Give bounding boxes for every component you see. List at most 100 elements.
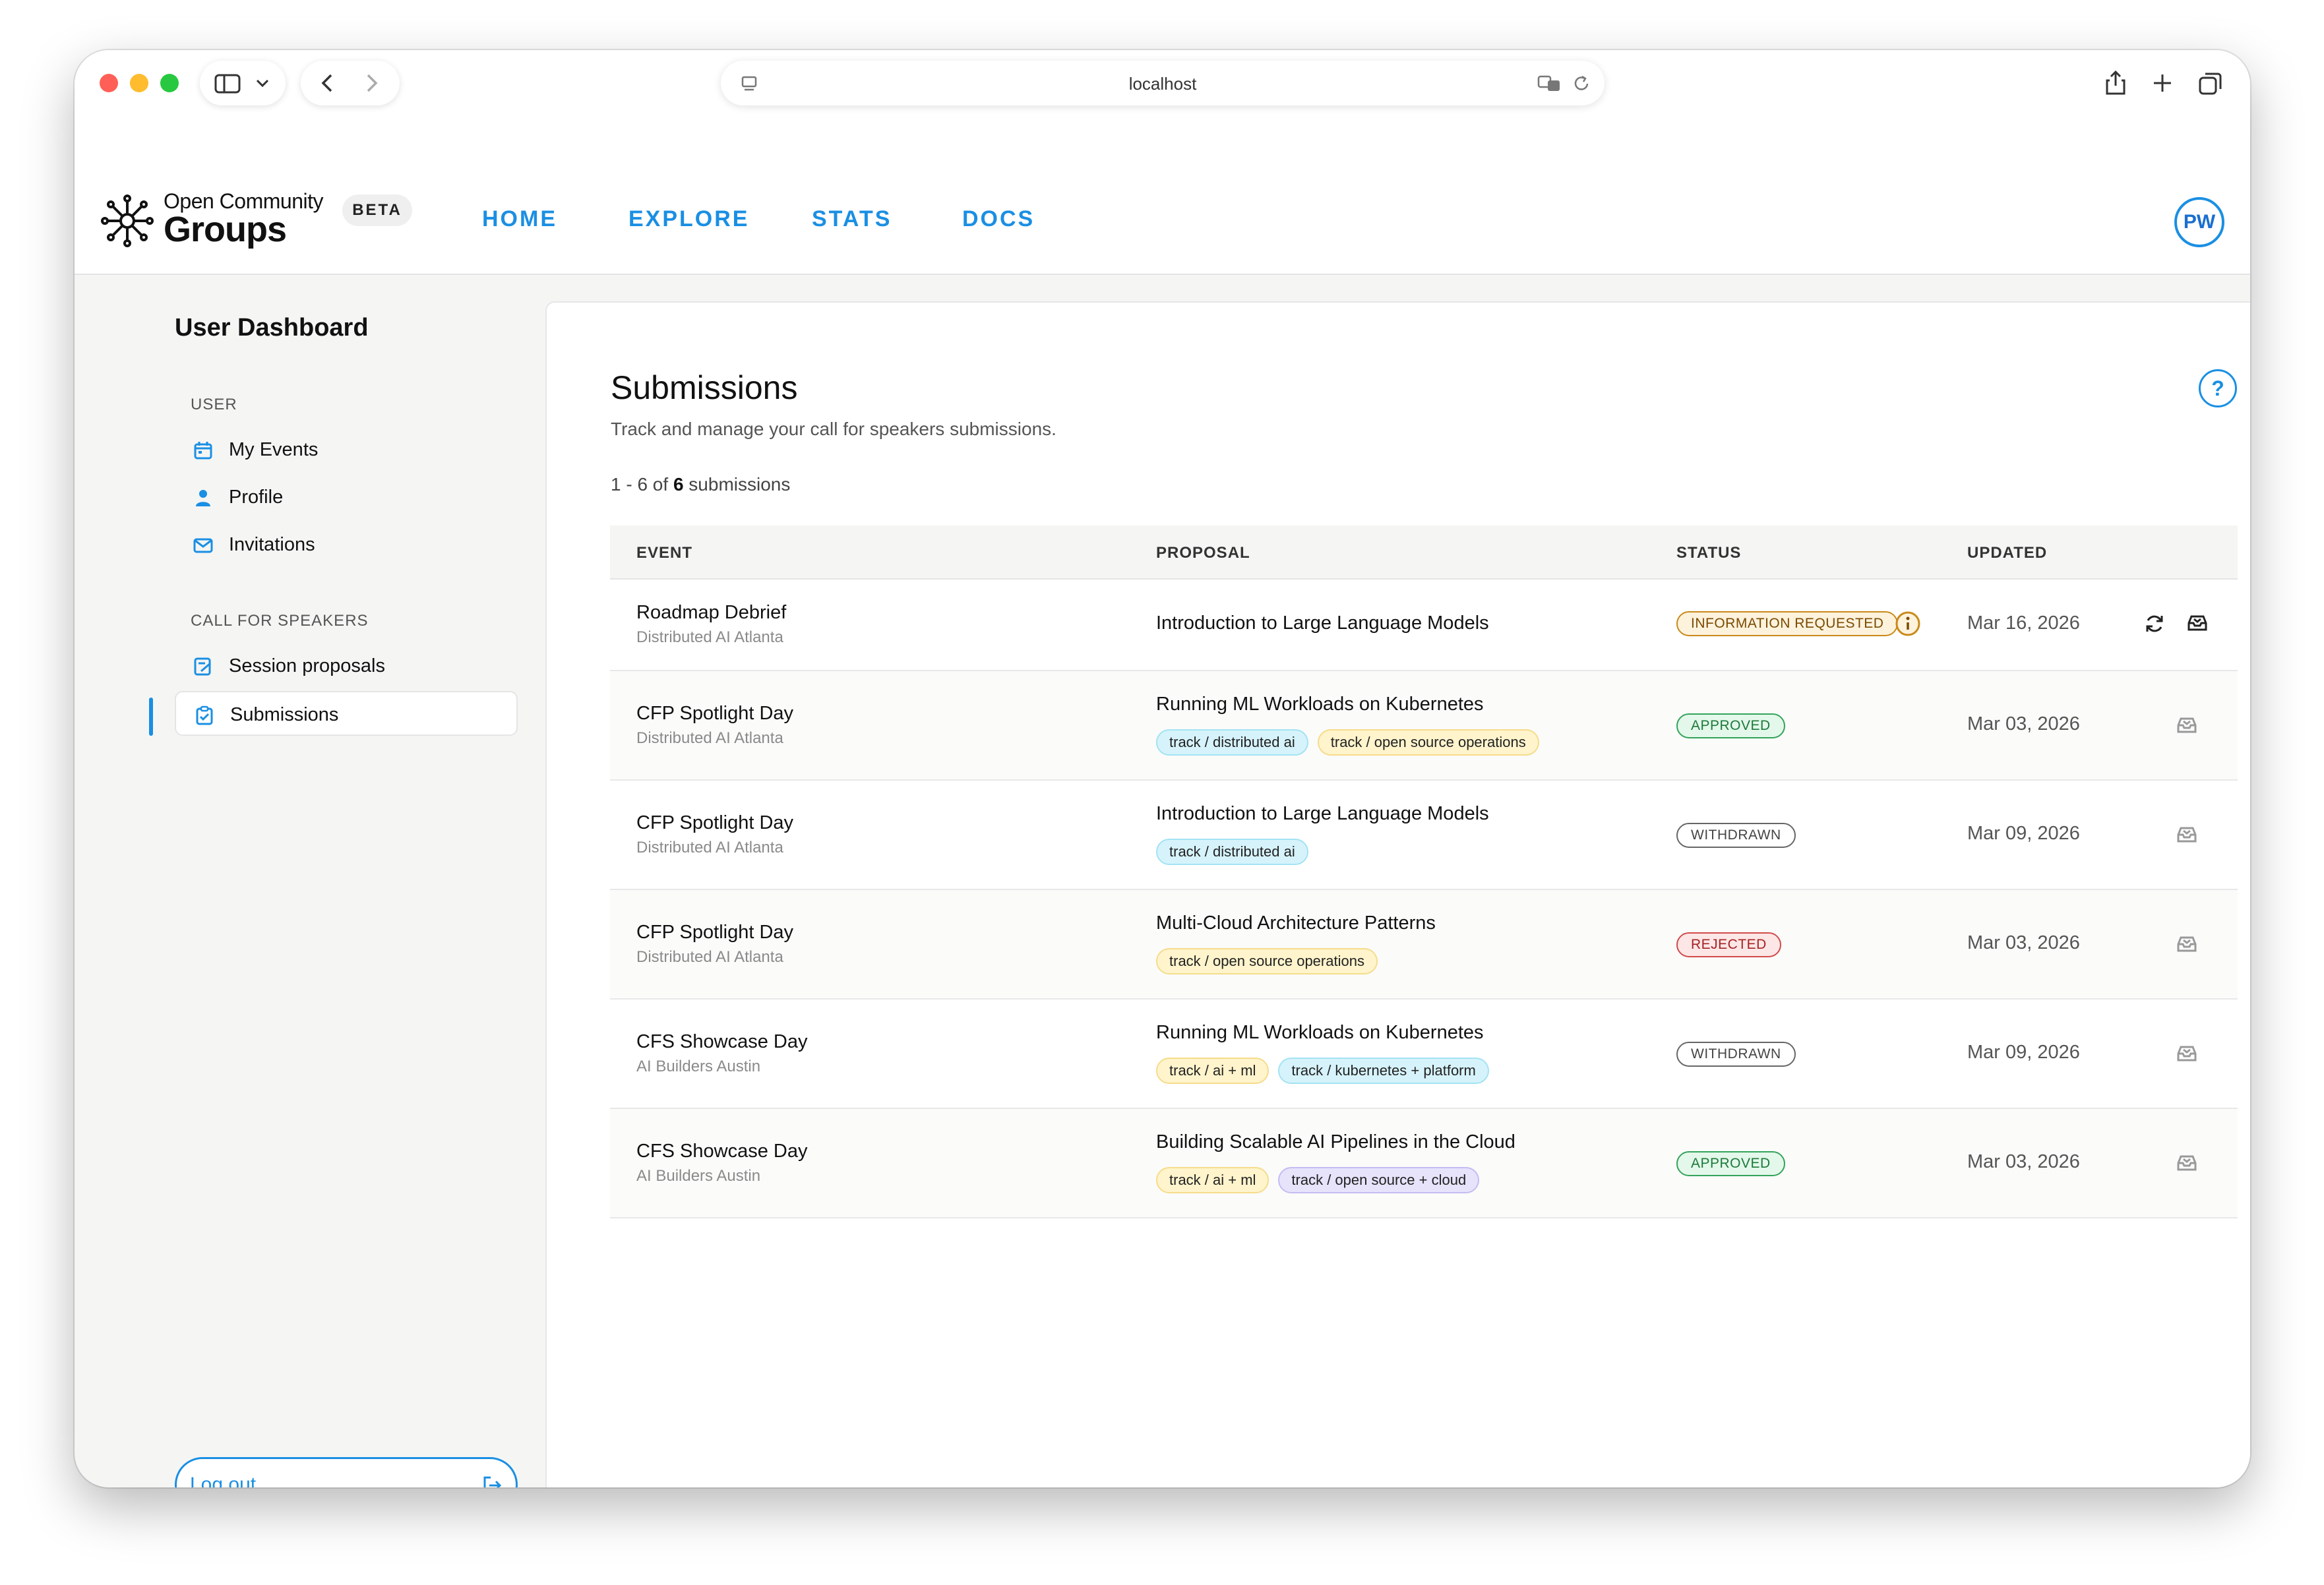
submissions-panel: Submissions Track and manage your call f… (545, 301, 2250, 1487)
edit-document-icon (194, 657, 211, 676)
proposal-tags: track / open source operations (1156, 948, 1378, 974)
reload-icon[interactable] (1572, 74, 1591, 94)
page-title: Submissions (611, 369, 798, 406)
address-bar[interactable]: localhost (721, 61, 1605, 105)
table-row[interactable]: Roadmap Debrief Distributed AI Atlanta I… (610, 580, 2238, 671)
proposal-tags: track / distributed ai (1156, 839, 1308, 865)
sidebar-item-profile[interactable]: Profile (175, 475, 518, 520)
inbox-icon[interactable] (2176, 713, 2198, 736)
updated-date: Mar 09, 2026 (1967, 823, 2080, 844)
table-row[interactable]: CFS Showcase Day AI Builders Austin Runn… (610, 1000, 2238, 1109)
nav-stats[interactable]: STATS (812, 206, 892, 232)
close-window-button[interactable] (100, 74, 118, 92)
nav-explore[interactable]: EXPLORE (628, 206, 749, 232)
sidebar-section-call-for-speakers: CALL FOR SPEAKERS (191, 612, 369, 630)
track-tag: track / open source operations (1156, 948, 1378, 974)
event-name[interactable]: CFP Spotlight Day (636, 922, 793, 943)
clipboard-check-icon (196, 705, 213, 725)
status-badge: WITHDRAWN (1676, 823, 1796, 848)
sidebar-item-invitations[interactable]: Invitations (175, 522, 518, 567)
status-badge: APPROVED (1676, 713, 1785, 738)
table-row[interactable]: CFS Showcase Day AI Builders Austin Buil… (610, 1109, 2238, 1218)
user-avatar[interactable]: PW (2174, 197, 2224, 247)
help-button[interactable]: ? (2199, 369, 2237, 407)
beta-badge: BETA (342, 194, 412, 226)
browser-window: localhost Open Community Groups BETA HOM… (75, 50, 2250, 1487)
info-icon[interactable] (1895, 611, 1921, 637)
event-name[interactable]: Roadmap Debrief (636, 602, 786, 624)
track-tag: track / distributed ai (1156, 839, 1308, 865)
nav-home[interactable]: HOME (482, 206, 557, 232)
sidebar-item-session-proposals[interactable]: Session proposals (175, 643, 518, 688)
event-name[interactable]: CFS Showcase Day (636, 1141, 808, 1162)
event-name[interactable]: CFP Spotlight Day (636, 812, 793, 834)
status-badge: WITHDRAWN (1676, 1042, 1796, 1067)
proposal-title[interactable]: Running ML Workloads on Kubernetes (1156, 1022, 1484, 1044)
proposal-title[interactable]: Introduction to Large Language Models (1156, 803, 1489, 825)
proposal-title[interactable]: Multi-Cloud Architecture Patterns (1156, 912, 1436, 934)
event-name[interactable]: CFP Spotlight Day (636, 703, 793, 725)
column-header-status: STATUS (1676, 544, 1742, 562)
proposal-tags: track / distributed ai track / open sour… (1156, 729, 1539, 756)
track-tag: track / ai + ml (1156, 1167, 1269, 1193)
inbox-icon[interactable] (2186, 611, 2209, 634)
inbox-icon[interactable] (2176, 1042, 2198, 1064)
nav-docs[interactable]: DOCS (962, 206, 1035, 232)
logo-text-main[interactable]: Groups (164, 209, 287, 250)
status-badge: INFORMATION REQUESTED (1676, 611, 1899, 636)
event-group: AI Builders Austin (636, 1167, 761, 1185)
app-header: Open Community Groups BETA HOME EXPLORE … (75, 119, 2250, 275)
page-subtitle: Track and manage your call for speakers … (611, 419, 1056, 439)
event-group: Distributed AI Atlanta (636, 948, 783, 966)
chevron-down-icon (256, 79, 269, 88)
table-header: EVENT PROPOSAL STATUS UPDATED (610, 525, 2238, 580)
track-tag: track / open source operations (1317, 729, 1539, 756)
proposal-tags: track / ai + ml track / open source + cl… (1156, 1167, 1480, 1193)
updated-date: Mar 03, 2026 (1967, 1151, 2080, 1172)
proposal-title[interactable]: Building Scalable AI Pipelines in the Cl… (1156, 1131, 1515, 1153)
table-row[interactable]: CFP Spotlight Day Distributed AI Atlanta… (610, 671, 2238, 781)
tab-overview-icon[interactable] (2198, 71, 2223, 96)
forward-arrow-icon[interactable] (364, 73, 380, 94)
event-name[interactable]: CFS Showcase Day (636, 1031, 808, 1053)
logout-icon (483, 1476, 502, 1487)
refresh-icon[interactable] (2143, 613, 2166, 635)
history-nav-group (301, 61, 400, 105)
new-tab-icon[interactable] (2152, 73, 2173, 94)
proposal-title[interactable]: Introduction to Large Language Models (1156, 613, 1489, 634)
event-group: Distributed AI Atlanta (636, 729, 783, 747)
event-group: Distributed AI Atlanta (636, 839, 783, 856)
proposal-title[interactable]: Running ML Workloads on Kubernetes (1156, 694, 1484, 715)
share-icon[interactable] (2104, 70, 2127, 96)
track-tag: track / distributed ai (1156, 729, 1308, 756)
proposal-tags: track / ai + ml track / kubernetes + pla… (1156, 1058, 1489, 1084)
sidebar-item-my-events[interactable]: My Events (175, 427, 518, 472)
inbox-icon[interactable] (2176, 823, 2198, 845)
sidebar-item-label: Submissions (230, 704, 339, 725)
logout-button[interactable]: Log out (175, 1457, 518, 1487)
logo-icon[interactable] (100, 193, 155, 249)
sidebar-item-submissions[interactable]: Submissions (175, 691, 518, 736)
inbox-icon[interactable] (2176, 932, 2198, 955)
track-tag: track / open source + cloud (1278, 1167, 1480, 1193)
url-text: localhost (1128, 74, 1197, 94)
results-count: 1 - 6 of 6 submissions (611, 474, 791, 494)
table-row[interactable]: CFP Spotlight Day Distributed AI Atlanta… (610, 890, 2238, 1000)
zoom-window-button[interactable] (160, 74, 179, 92)
minimize-window-button[interactable] (130, 74, 148, 92)
sidebar-icon (214, 74, 241, 94)
inbox-icon[interactable] (2176, 1151, 2198, 1174)
status-badge: APPROVED (1676, 1151, 1785, 1176)
sidebar-toggle-group[interactable] (200, 61, 286, 105)
sidebar-title: User Dashboard (175, 314, 369, 342)
back-arrow-icon[interactable] (319, 73, 335, 94)
translate-icon[interactable] (1537, 74, 1564, 92)
person-icon (196, 490, 210, 506)
table-row[interactable]: CFP Spotlight Day Distributed AI Atlanta… (610, 781, 2238, 890)
column-header-event: EVENT (636, 544, 693, 562)
sidebar-item-label: Profile (229, 487, 284, 508)
active-item-marker (149, 698, 153, 736)
sidebar-section-user: USER (191, 396, 237, 413)
column-header-updated: UPDATED (1967, 544, 2048, 562)
sidebar-item-label: Invitations (229, 534, 315, 555)
